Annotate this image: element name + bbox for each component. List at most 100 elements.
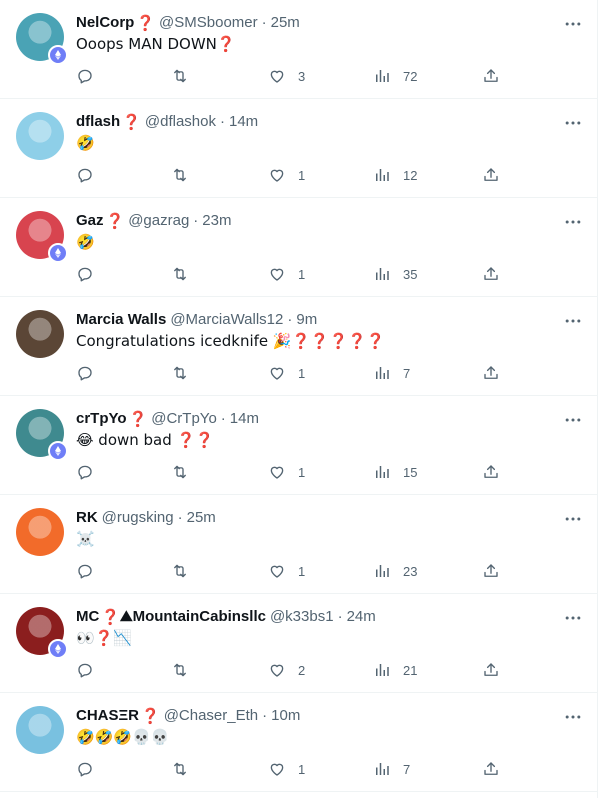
more-icon[interactable] [563, 410, 583, 430]
tweet-item[interactable]: NelCorp ❓ @SMSboomer · 25m Ooops MAN DOWN❓ 3 72 [0, 0, 597, 99]
reply-button[interactable] [76, 363, 94, 383]
avatar-container[interactable] [16, 607, 68, 659]
timestamp[interactable]: 14m [230, 409, 259, 429]
user-handle[interactable]: @dflashok [145, 112, 216, 132]
more-icon[interactable] [563, 212, 583, 232]
like-button[interactable]: 1 [268, 759, 305, 779]
views-button[interactable]: 7 [373, 363, 410, 383]
timestamp[interactable]: 24m [347, 607, 376, 627]
like-button[interactable]: 3 [268, 66, 305, 86]
share-button[interactable] [482, 264, 500, 284]
tweet-item[interactable]: MC ❓ ⛰MountainCabinsllc @k33bs1 · 24m 👀❓📉 2 21 [0, 594, 597, 693]
reply-button[interactable] [76, 264, 94, 284]
like-button[interactable]: 2 [268, 660, 305, 680]
share-button[interactable] [482, 759, 500, 779]
timestamp[interactable]: 25m [187, 508, 216, 528]
reply-button[interactable] [76, 165, 94, 185]
display-name[interactable]: dflash [76, 112, 120, 132]
retweet-button[interactable] [171, 561, 189, 581]
more-icon[interactable] [563, 608, 583, 628]
user-handle[interactable]: @k33bs1 [270, 607, 334, 627]
retweet-button[interactable] [171, 660, 189, 680]
share-button[interactable] [482, 165, 500, 185]
timestamp[interactable]: 25m [271, 13, 300, 33]
tweet-item[interactable]: dflash ❓ @dflashok · 14m 🤣 1 12 [0, 99, 597, 198]
user-handle[interactable]: @MarciaWalls12 [170, 310, 283, 330]
views-button[interactable]: 72 [373, 66, 417, 86]
avatar-container[interactable] [16, 409, 68, 461]
share-button[interactable] [482, 66, 500, 86]
reply-button[interactable] [76, 462, 94, 482]
like-button[interactable]: 1 [268, 462, 305, 482]
display-name[interactable]: Gaz [76, 211, 104, 231]
user-handle[interactable]: @SMSboomer [159, 13, 258, 33]
name-emoji: ❓ [101, 608, 121, 626]
share-button[interactable] [482, 561, 500, 581]
like-button[interactable]: 1 [268, 264, 305, 284]
timestamp[interactable]: 9m [296, 310, 317, 330]
display-name[interactable]: MC [76, 607, 99, 627]
tweet-item[interactable]: crTpYo ❓ @CrTpYo · 14m 😂 down bad ❓❓ 1 15 [0, 396, 597, 495]
share-button[interactable] [482, 462, 500, 482]
avatar-container[interactable] [16, 211, 68, 263]
user-handle[interactable]: @CrTpYo [151, 409, 217, 429]
views-icon [373, 562, 391, 580]
avatar[interactable] [16, 310, 64, 358]
retweet-button[interactable] [171, 462, 189, 482]
retweet-button[interactable] [171, 264, 189, 284]
tweet-item[interactable]: Gaz ❓ @gazrag · 23m 🤣 1 35 [0, 198, 597, 297]
user-handle[interactable]: @Chaser_Eth [164, 706, 258, 726]
views-button[interactable]: 21 [373, 660, 417, 680]
avatar-container[interactable] [16, 310, 64, 358]
timestamp[interactable]: 10m [271, 706, 300, 726]
reply-button[interactable] [76, 66, 94, 86]
avatar[interactable] [16, 508, 64, 556]
display-name[interactable]: RK [76, 508, 98, 528]
display-name[interactable]: CHASΞR [76, 706, 139, 726]
tweet-actions: 1 15 [76, 462, 506, 482]
timestamp[interactable]: 23m [202, 211, 231, 231]
views-icon [373, 166, 391, 184]
like-button[interactable]: 1 [268, 363, 305, 383]
views-button[interactable]: 7 [373, 759, 410, 779]
display-name-extra[interactable]: ⛰MountainCabinsllc [120, 607, 266, 627]
avatar-container[interactable] [16, 13, 68, 65]
reply-button[interactable] [76, 561, 94, 581]
more-icon[interactable] [563, 509, 583, 529]
display-name[interactable]: crTpYo [76, 409, 127, 429]
share-button[interactable] [482, 363, 500, 383]
tweet-content: MC ❓ ⛰MountainCabinsllc @k33bs1 · 24m 👀❓📉 [76, 607, 585, 649]
reply-button[interactable] [76, 759, 94, 779]
views-button[interactable]: 12 [373, 165, 417, 185]
reply-button[interactable] [76, 660, 94, 680]
tweet-item[interactable]: CHASΞR ❓ @Chaser_Eth · 10m 🤣🤣🤣💀💀 1 7 [0, 693, 597, 792]
tweet-item[interactable]: RK @rugsking · 25m ☠️ 1 23 [0, 495, 597, 594]
retweet-button[interactable] [171, 165, 189, 185]
more-icon[interactable] [563, 311, 583, 331]
timestamp[interactable]: 14m [229, 112, 258, 132]
tweet-content: NelCorp ❓ @SMSboomer · 25m Ooops MAN DOWN❓ [76, 13, 585, 55]
tweet-item[interactable]: Marcia Walls @MarciaWalls12 · 9m Congratulat… [0, 297, 597, 396]
display-name[interactable]: Marcia Walls [76, 310, 166, 330]
avatar-container[interactable] [16, 508, 64, 556]
separator-dot: · [220, 410, 226, 427]
views-button[interactable]: 23 [373, 561, 417, 581]
display-name[interactable]: NelCorp [76, 13, 134, 33]
views-button[interactable]: 15 [373, 462, 417, 482]
avatar[interactable] [16, 706, 64, 754]
retweet-button[interactable] [171, 363, 189, 383]
user-handle[interactable]: @gazrag [128, 211, 189, 231]
avatar-container[interactable] [16, 112, 64, 160]
share-button[interactable] [482, 660, 500, 680]
retweet-button[interactable] [171, 66, 189, 86]
views-button[interactable]: 35 [373, 264, 417, 284]
avatar[interactable] [16, 112, 64, 160]
user-handle[interactable]: @rugsking [102, 508, 174, 528]
retweet-button[interactable] [171, 759, 189, 779]
more-icon[interactable] [563, 707, 583, 727]
like-button[interactable]: 1 [268, 561, 305, 581]
more-icon[interactable] [563, 14, 583, 34]
like-button[interactable]: 1 [268, 165, 305, 185]
avatar-container[interactable] [16, 706, 64, 754]
more-icon[interactable] [563, 113, 583, 133]
